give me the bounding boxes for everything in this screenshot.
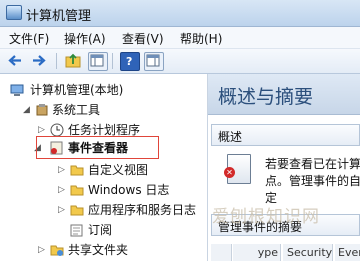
window-title: 计算机管理 [26,9,92,24]
summary-header: 概述与摘要 [208,74,360,115]
tree-item-label: 计算机管理(本地) [30,83,124,97]
section-title: 概述 [218,130,243,144]
summary-table-row: ype Security Event [211,244,360,261]
console-tree: 计算机管理(本地) ◢ 系统工具 ▷ 任务计划程序 ◢ 事件查看器 ▷ 自定义视… [0,74,208,261]
event-viewer-highlight-box [36,136,159,159]
tree-item-app-service-logs[interactable]: ▷ 应用程序和服务日志 [0,200,207,220]
folder-icon [70,183,84,197]
folder-icon [70,163,84,177]
page-title: 概述与摘要 [218,86,314,108]
title-bar[interactable]: 计算机管理 [0,0,360,27]
menu-help[interactable]: 帮助(H) [180,30,222,47]
folder-icon [70,203,84,217]
collapse-triangle-icon[interactable]: ◢ [23,100,33,120]
subscription-icon [70,223,84,237]
tree-item-label: Windows 日志 [88,183,170,197]
tree-item-system-tools[interactable]: ◢ 系统工具 [0,100,207,120]
tree-item-label: 系统工具 [52,103,101,117]
event-log-icon: ✕ [224,154,251,184]
tree-item-windows-logs[interactable]: ▷ Windows 日志 [0,180,207,200]
tree-item-custom-views[interactable]: ▷ 自定义视图 [0,160,207,180]
table-cell: Security [283,244,333,261]
overview-text-line: 若要查看已在计算 [265,157,360,171]
main-pane: 概述与摘要 概述 ✕ 若要查看已在计算 点。管理事件的自定 管理事件的摘要 yp… [208,74,360,261]
tree-item-label: 共享文件夹 [68,243,129,257]
properties-icon[interactable] [144,52,164,71]
table-cell [211,244,232,261]
help-icon[interactable]: ? [120,52,140,71]
shared-folder-icon [50,243,64,257]
toolbar-separator [56,53,57,69]
menu-action[interactable]: 操作(A) [64,30,106,47]
clock-icon [50,123,64,137]
table-cell: Event [335,244,360,261]
toolbar: ? [0,49,360,74]
forward-arrow-icon[interactable] [30,52,48,69]
computer-management-window: 计算机管理 文件(F) 操作(A) 查看(V) 帮助(H) ? 计算机管理(本地… [0,0,360,261]
menu-file[interactable]: 文件(F) [9,30,49,47]
svg-text:?: ? [126,55,132,68]
tree-item-label: 应用程序和服务日志 [88,203,197,217]
menu-view[interactable]: 查看(V) [122,30,164,47]
watermark-text: 爱刨根知识网 [212,207,320,227]
tree-item-label: 自定义视图 [88,163,149,177]
table-cell: ype [233,244,281,261]
toolbar-separator [112,53,113,69]
expand-triangle-icon[interactable]: ▷ [38,240,48,260]
expand-triangle-icon[interactable]: ▷ [58,180,68,200]
tree-item-label: 订阅 [88,223,113,237]
back-arrow-icon[interactable] [6,52,24,69]
computer-management-app-icon [6,5,22,20]
tree-item-shared-folders[interactable]: ▷ 共享文件夹 [0,240,207,260]
tree-item-subscriptions[interactable]: 订阅 [0,220,207,240]
overview-text: 若要查看已在计算 点。管理事件的自定 [265,156,360,207]
expand-triangle-icon[interactable]: ▷ [58,160,68,180]
show-hide-tree-icon[interactable] [88,52,108,71]
up-folder-icon[interactable] [64,52,82,69]
system-tools-icon [35,103,49,117]
overview-section-header[interactable]: 概述 [211,124,360,146]
expand-triangle-icon[interactable]: ▷ [58,200,68,220]
tree-item-computer-management[interactable]: 计算机管理(本地) [0,80,207,100]
computer-management-icon [10,83,24,97]
menu-bar: 文件(F) 操作(A) 查看(V) 帮助(H) [0,27,360,49]
